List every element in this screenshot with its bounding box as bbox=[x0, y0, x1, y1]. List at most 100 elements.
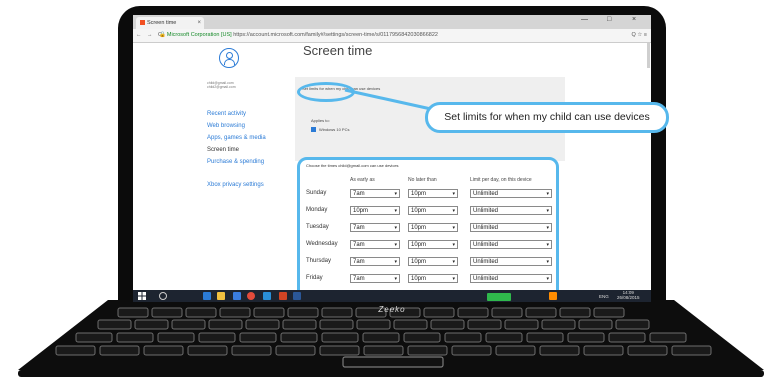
limit-select[interactable]: Unlimited ▾ bbox=[470, 206, 552, 215]
limit-select[interactable]: Unlimited ▾ bbox=[470, 257, 552, 266]
keyboard-key bbox=[99, 345, 140, 356]
onedrive-icon[interactable] bbox=[263, 292, 271, 300]
email-line-2: child2@gmail.com bbox=[207, 85, 236, 89]
keyboard-key bbox=[504, 319, 539, 330]
url-text: https://account.microsoft.com/family#/se… bbox=[233, 32, 438, 38]
language-indicator[interactable]: ENG bbox=[599, 294, 609, 299]
sidebar-item-xbox-privacy[interactable]: Xbox privacy settings bbox=[207, 182, 264, 188]
keyboard-key bbox=[231, 345, 272, 356]
tab-close-icon[interactable]: × bbox=[197, 17, 201, 29]
start-windows-icon[interactable] bbox=[138, 292, 146, 300]
avatar-head-icon bbox=[226, 52, 233, 59]
late-time-select[interactable]: 10pm ▾ bbox=[408, 257, 458, 266]
clock[interactable]: 14:09 26/08/2015 bbox=[617, 290, 640, 300]
battery-icon[interactable] bbox=[487, 293, 511, 301]
keyboard-key bbox=[423, 307, 455, 318]
keyboard-key bbox=[649, 332, 687, 343]
sidebar-item-web-browsing[interactable]: Web browsing bbox=[207, 123, 245, 129]
early-time-select[interactable]: 7am ▾ bbox=[350, 240, 400, 249]
laptop-brand: Zeeko bbox=[378, 305, 406, 314]
limit-select-value: Unlimited bbox=[473, 191, 499, 197]
keyboard-key bbox=[525, 307, 557, 318]
early-time-select[interactable]: 7am ▾ bbox=[350, 257, 400, 266]
notification-icon[interactable] bbox=[549, 292, 557, 300]
limit-select[interactable]: Unlimited ▾ bbox=[470, 240, 552, 249]
maximize-button[interactable]: □ bbox=[607, 16, 611, 23]
limit-select[interactable]: Unlimited ▾ bbox=[470, 274, 552, 283]
chevron-down-icon: ▾ bbox=[394, 276, 397, 282]
keyboard-key bbox=[245, 319, 280, 330]
early-time-select[interactable]: 7am ▾ bbox=[350, 223, 400, 232]
office-icon[interactable] bbox=[279, 292, 287, 300]
keyboard-key bbox=[321, 332, 359, 343]
keyboard-key bbox=[363, 345, 404, 356]
chrome-icon[interactable] bbox=[247, 292, 255, 300]
day-label: Tuesday bbox=[306, 224, 329, 230]
header-no-later-than: No later than bbox=[408, 177, 437, 183]
file-explorer-icon[interactable] bbox=[217, 292, 225, 300]
scrollbar[interactable] bbox=[647, 43, 650, 68]
late-time-select[interactable]: 10pm ▾ bbox=[408, 274, 458, 283]
keyboard-key bbox=[319, 345, 360, 356]
keyboard-key bbox=[55, 345, 96, 356]
screen: Screen time × — □ × ← → C 🔒Microsoft Cor… bbox=[133, 15, 651, 302]
keyboard-key bbox=[208, 319, 243, 330]
chevron-down-icon: ▾ bbox=[546, 208, 549, 214]
limit-select[interactable]: Unlimited ▾ bbox=[470, 189, 552, 198]
early-time-select-value: 7am bbox=[353, 276, 365, 282]
day-label: Monday bbox=[306, 207, 328, 213]
day-label: Friday bbox=[306, 275, 323, 281]
store-icon[interactable] bbox=[233, 292, 241, 300]
header-as-early-as: As early as bbox=[350, 177, 375, 183]
keyboard-key bbox=[280, 332, 318, 343]
edge-browser-icon[interactable] bbox=[203, 292, 211, 300]
address-bar[interactable]: ← → C 🔒Microsoft Corporation [US] https:… bbox=[133, 29, 651, 43]
minimize-button[interactable]: — bbox=[581, 16, 588, 23]
keyboard-key bbox=[356, 319, 391, 330]
keyboard-key bbox=[593, 307, 625, 318]
late-time-select[interactable]: 10pm ▾ bbox=[408, 223, 458, 232]
word-icon[interactable] bbox=[293, 292, 301, 300]
callout-label: Set limits for when my child can use dev… bbox=[425, 102, 669, 133]
keyboard-key bbox=[541, 319, 576, 330]
windows-logo-icon bbox=[311, 127, 316, 132]
keyboard-key bbox=[444, 332, 482, 343]
chevron-down-icon: ▾ bbox=[546, 225, 549, 231]
chevron-down-icon: ▾ bbox=[452, 191, 455, 197]
late-time-select[interactable]: 10pm ▾ bbox=[408, 240, 458, 249]
sidebar-item-screen-time[interactable]: Screen time bbox=[207, 147, 239, 153]
early-time-select[interactable]: 10pm ▾ bbox=[350, 206, 400, 215]
day-label: Wednesday bbox=[306, 241, 338, 247]
url-field[interactable]: 🔒Microsoft Corporation [US] https://acco… bbox=[159, 29, 438, 42]
keyboard-key bbox=[567, 332, 605, 343]
account-email: child@gmail.com child2@gmail.com bbox=[207, 81, 236, 89]
bookmark-star-icon[interactable]: Q ☆ ≡ bbox=[632, 29, 647, 42]
keyboard-key bbox=[495, 345, 536, 356]
keyboard-key bbox=[282, 319, 317, 330]
avatar[interactable] bbox=[219, 48, 239, 68]
search-icon[interactable] bbox=[159, 292, 167, 300]
late-time-select[interactable]: 10pm ▾ bbox=[408, 206, 458, 215]
early-time-select[interactable]: 7am ▾ bbox=[350, 189, 400, 198]
late-time-select-value: 10pm bbox=[411, 276, 427, 282]
sidebar-item-purchase-spending[interactable]: Purchase & spending bbox=[207, 159, 264, 165]
keyboard-key bbox=[143, 345, 184, 356]
late-time-select-value: 10pm bbox=[411, 259, 427, 265]
keyboard-key bbox=[362, 332, 400, 343]
microsoft-logo-icon bbox=[140, 20, 145, 26]
keyboard-key bbox=[430, 319, 465, 330]
early-time-select[interactable]: 7am ▾ bbox=[350, 274, 400, 283]
keyboard-key bbox=[319, 319, 354, 330]
avatar-body-icon bbox=[224, 59, 235, 65]
tab-title: Screen time bbox=[147, 20, 177, 26]
browser-tab[interactable]: Screen time × bbox=[136, 17, 204, 29]
keyboard-key bbox=[157, 332, 195, 343]
keyboard-key bbox=[627, 345, 668, 356]
keyboard-key bbox=[97, 319, 132, 330]
limit-select[interactable]: Unlimited ▾ bbox=[470, 223, 552, 232]
sidebar-item-recent-activity[interactable]: Recent activity bbox=[207, 111, 246, 117]
late-time-select[interactable]: 10pm ▾ bbox=[408, 189, 458, 198]
keyboard-key bbox=[239, 332, 277, 343]
close-window-button[interactable]: × bbox=[632, 16, 636, 23]
sidebar-item-apps-games-media[interactable]: Apps, games & media bbox=[207, 135, 266, 141]
